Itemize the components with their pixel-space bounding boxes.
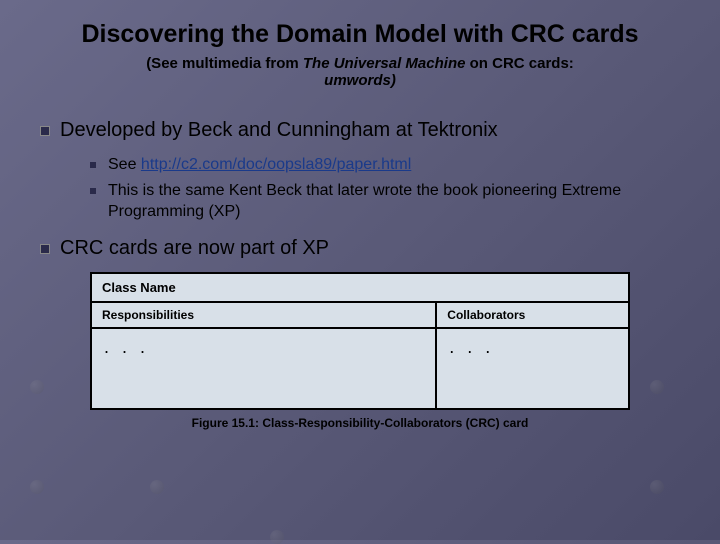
crc-collaborators-header: Collaborators <box>437 303 628 329</box>
slide-title: Discovering the Domain Model with CRC ca… <box>30 20 690 49</box>
square-bullet-icon <box>90 162 96 168</box>
sub-bullet-1: See http://c2.com/doc/oopsla89/paper.htm… <box>90 154 690 176</box>
subtitle-prefix: (See multimedia from <box>146 55 303 72</box>
slide-subtitle-line2: umwords) <box>30 72 690 89</box>
square-bullet-icon <box>90 188 96 194</box>
bullet-text-2: CRC cards are now part of XP <box>60 237 329 260</box>
bullet-text-1: Developed by Beck and Cunningham at Tekt… <box>60 119 498 142</box>
crc-responsibilities-header: Responsibilities <box>92 303 435 329</box>
bullet-main-2: CRC cards are now part of XP <box>40 237 690 260</box>
crc-card-figure: Class Name Responsibilities . . . Collab… <box>90 272 630 430</box>
crc-responsibilities-body: . . . <box>92 329 435 408</box>
sub-bullet-2: This is the same Kent Beck that later wr… <box>90 180 690 223</box>
sub1-prefix: See <box>108 156 141 173</box>
crc-collaborators-body: . . . <box>437 329 628 408</box>
square-bullet-icon <box>40 126 50 136</box>
figure-caption: Figure 15.1: Class-Responsibility-Collab… <box>90 416 630 430</box>
subtitle-suffix: on CRC cards: <box>465 55 573 72</box>
subtitle-italic: The Universal Machine <box>303 55 466 72</box>
bullet-main-1: Developed by Beck and Cunningham at Tekt… <box>40 119 690 142</box>
square-bullet-icon <box>40 244 50 254</box>
sub-bullet-text-2: This is the same Kent Beck that later wr… <box>108 180 690 223</box>
slide-subtitle: (See multimedia from The Universal Machi… <box>30 55 690 72</box>
sub-bullet-text-1: See http://c2.com/doc/oopsla89/paper.htm… <box>108 154 411 176</box>
crc-classname-header: Class Name <box>92 274 628 303</box>
crc-paper-link[interactable]: http://c2.com/doc/oopsla89/paper.html <box>141 156 411 173</box>
